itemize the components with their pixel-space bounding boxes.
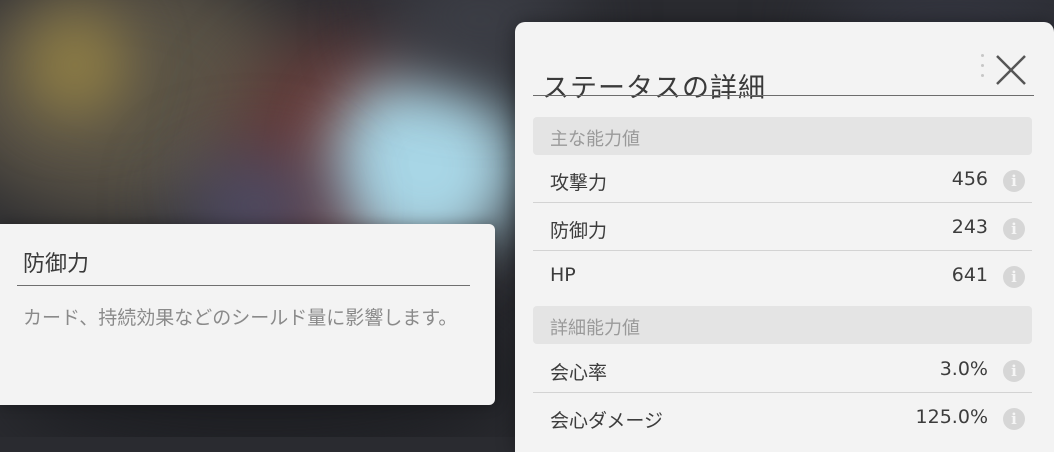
section-header-detail-stats: 詳細能力値 <box>533 306 1032 344</box>
stat-row-attack: 攻撃力 456 i <box>533 155 1032 203</box>
stat-row-hp: HP 641 i <box>533 251 1032 299</box>
info-icon[interactable]: i <box>1003 170 1025 192</box>
tooltip-title: 防御力 <box>23 252 90 277</box>
handle-dots-icon <box>981 54 985 88</box>
tooltip-divider <box>17 285 470 286</box>
close-button[interactable] <box>975 48 1035 94</box>
stat-label: 会心率 <box>550 362 608 384</box>
stat-label: 会心ダメージ <box>550 410 664 432</box>
close-icon <box>996 55 1026 85</box>
status-details-panel: ステータスの詳細 主な能力値 攻撃力 456 i 防御力 243 i HP 64… <box>515 22 1054 452</box>
panel-title: ステータスの詳細 <box>542 73 766 104</box>
title-divider <box>533 95 1034 96</box>
tooltip-description: カード、持続効果などのシールド量に影響します。 <box>23 307 458 329</box>
stat-label: 攻撃力 <box>550 172 608 194</box>
stat-row-crit-damage: 会心ダメージ 125.0% i <box>533 393 1032 441</box>
stat-label: 防御力 <box>550 220 608 242</box>
section-label: 詳細能力値 <box>550 318 640 339</box>
info-icon[interactable]: i <box>1003 266 1025 288</box>
stat-row-defense: 防御力 243 i <box>533 203 1032 251</box>
info-icon[interactable]: i <box>1003 218 1025 240</box>
stat-row-crit-rate: 会心率 3.0% i <box>533 345 1032 393</box>
stat-value: 125.0% <box>915 406 988 428</box>
section-label: 主な能力値 <box>550 129 640 150</box>
stat-value: 243 <box>951 216 988 238</box>
stat-tooltip: 防御力 カード、持続効果などのシールド量に影響します。 <box>0 224 495 405</box>
section-header-main-stats: 主な能力値 <box>533 117 1032 155</box>
stat-value: 641 <box>951 264 988 286</box>
stat-value: 3.0% <box>939 358 988 380</box>
info-icon[interactable]: i <box>1003 408 1025 430</box>
stat-label: HP <box>550 264 576 286</box>
info-icon[interactable]: i <box>1003 360 1025 382</box>
stat-value: 456 <box>951 168 988 190</box>
